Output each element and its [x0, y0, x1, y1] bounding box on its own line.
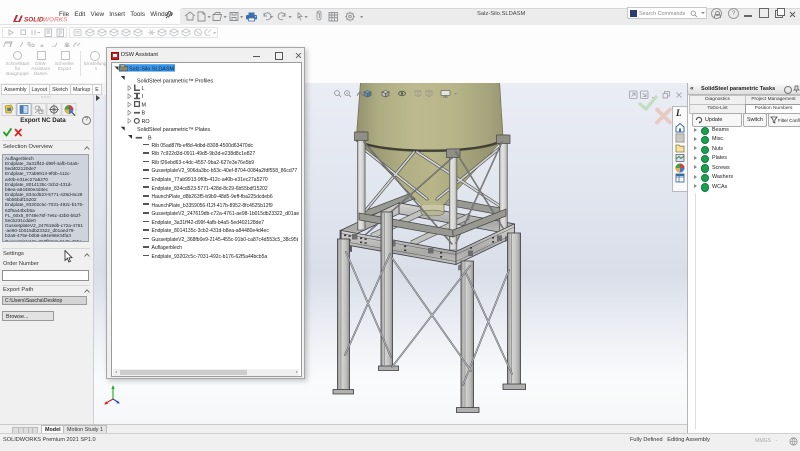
- svg-text:M: M: [142, 102, 147, 108]
- svg-text:SolidSteel parametric™ Profile: SolidSteel parametric™ Profiles: [137, 78, 213, 84]
- svg-text:L: L: [142, 86, 145, 92]
- svg-text:L: L: [675, 108, 682, 118]
- svg-text:SOLID: SOLID: [24, 17, 44, 24]
- svg-text:B: B: [142, 111, 146, 117]
- svg-text:B: B: [148, 136, 152, 142]
- svg-text:I: I: [142, 94, 144, 100]
- svg-text:Salz-Silo.SLDASM: Salz-Silo.SLDASM: [129, 66, 174, 72]
- svg-text:SolidSteel parametric™ Plates: SolidSteel parametric™ Plates: [137, 127, 210, 133]
- svg-text:RO: RO: [142, 119, 150, 125]
